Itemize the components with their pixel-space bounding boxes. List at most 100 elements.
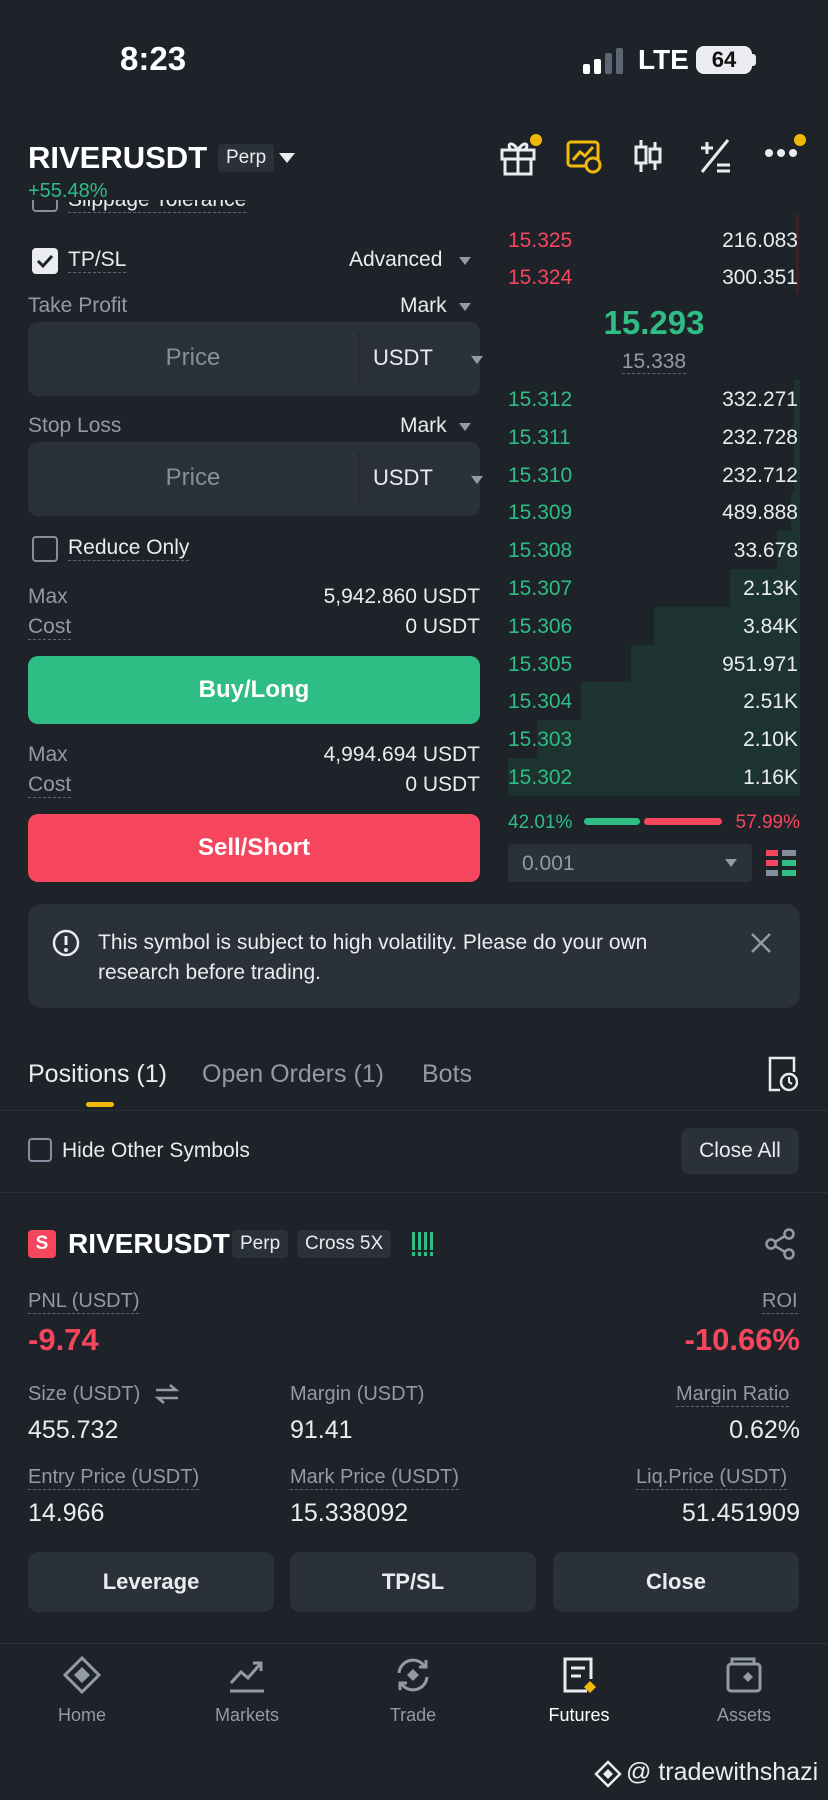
close-position-button[interactable]: Close xyxy=(553,1552,799,1612)
chevron-down-icon xyxy=(725,859,737,867)
bid-price[interactable]: 15.305 xyxy=(508,653,572,677)
nav-label: Assets xyxy=(716,1705,772,1725)
chevron-down-icon[interactable] xyxy=(458,422,472,432)
gift-notification-dot xyxy=(530,134,542,146)
bid-qty: 2.10K xyxy=(743,728,798,752)
chevron-down-icon[interactable] xyxy=(458,256,472,266)
nav-trade[interactable]: Trade xyxy=(348,1655,478,1726)
nav-markets[interactable]: Markets xyxy=(182,1655,312,1726)
reduce-only-checkbox[interactable] xyxy=(32,536,58,562)
bid-price[interactable]: 15.311 xyxy=(508,426,571,450)
mark-price-wrap: 15.338 xyxy=(508,350,800,374)
sell-short-button[interactable]: Sell/Short xyxy=(28,814,480,882)
mark-price: 15.338 xyxy=(621,350,687,374)
bid-price[interactable]: 15.304 xyxy=(508,690,572,714)
tpsl-label: TP/SL xyxy=(68,248,127,273)
contract-tag: Perp xyxy=(218,144,275,172)
tab-bots[interactable]: Bots xyxy=(422,1060,472,1089)
take-profit-placeholder: Price xyxy=(165,344,221,371)
position-symbol[interactable]: RIVERUSDT xyxy=(68,1228,230,1260)
bid-list: 15.312 332.271 15.311 232.728 15.310 232.712 1… xyxy=(508,380,800,796)
bid-price[interactable]: 15.312 xyxy=(508,388,572,412)
buy-long-button[interactable]: Buy/Long xyxy=(28,656,480,724)
nav-home[interactable]: Home xyxy=(17,1655,147,1726)
position-contract-tag: Perp xyxy=(232,1230,289,1258)
watermark-logo-icon xyxy=(594,1760,622,1788)
bid-price[interactable]: 15.309 xyxy=(508,501,572,525)
take-profit-label: Take Profit xyxy=(28,294,128,317)
bid-price[interactable]: 15.308 xyxy=(508,539,572,563)
slippage-label: Slippage Tolerance xyxy=(68,200,247,213)
margin-value: 91.41 xyxy=(290,1416,353,1444)
stop-loss-input[interactable]: Price USDT xyxy=(28,442,483,516)
ask-price[interactable]: 15.324 xyxy=(508,266,572,290)
tab-open-orders[interactable]: Open Orders (1) xyxy=(202,1060,384,1089)
futures-icon xyxy=(563,1657,596,1693)
roi-value: -10.66% xyxy=(684,1322,800,1357)
battery-nub xyxy=(752,54,756,66)
ask-qty: 300.351 xyxy=(722,266,798,289)
entry-price-value: 14.966 xyxy=(28,1499,105,1527)
bid-price[interactable]: 15.303 xyxy=(508,728,572,752)
more-icon[interactable] xyxy=(764,148,798,158)
close-all-button[interactable]: Close All xyxy=(681,1128,799,1174)
nav-assets[interactable]: Assets xyxy=(679,1655,809,1726)
history-icon[interactable] xyxy=(766,1056,798,1092)
battery-icon: 64 xyxy=(696,46,752,74)
nav-label: Trade xyxy=(389,1705,437,1725)
nav-label: Home xyxy=(57,1705,106,1725)
calculator-icon[interactable] xyxy=(698,138,732,174)
tab-indicator xyxy=(86,1102,114,1107)
candlestick-icon[interactable] xyxy=(632,138,664,174)
pnl-value: -9.74 xyxy=(28,1322,99,1357)
slippage-checkbox[interactable] xyxy=(32,200,58,212)
sell-ratio: 57.99% xyxy=(735,812,800,833)
stop-loss-unit[interactable]: USDT xyxy=(373,465,433,491)
precision-value: 0.001 xyxy=(522,852,575,875)
tpsl-checkbox[interactable] xyxy=(32,248,58,274)
bid-price[interactable]: 15.302 xyxy=(508,766,572,790)
chevron-down-icon[interactable] xyxy=(278,152,296,164)
bid-qty: 2.51K xyxy=(743,690,798,714)
buy-ratio: 42.01% xyxy=(508,812,573,833)
chart-alert-icon[interactable] xyxy=(566,138,602,174)
size-label: Size (USDT) xyxy=(28,1383,141,1405)
short-side-badge: S xyxy=(28,1230,56,1258)
sell-max-value: 4,994.694 USDT xyxy=(323,743,480,766)
ask-price[interactable]: 15.325 xyxy=(508,229,572,253)
bid-price[interactable]: 15.307 xyxy=(508,577,572,601)
nav-label: Futures xyxy=(548,1705,610,1725)
share-icon[interactable] xyxy=(764,1228,796,1260)
reduce-only-label: Reduce Only xyxy=(68,536,190,561)
slippage-row[interactable]: Slippage Tolerance xyxy=(28,200,508,228)
leverage-button[interactable]: Leverage xyxy=(28,1552,274,1612)
buy-max-value: 5,942.860 USDT xyxy=(323,585,480,608)
last-price: 15.293 xyxy=(603,304,705,341)
take-profit-unit[interactable]: USDT xyxy=(373,345,433,371)
roi-label: ROI xyxy=(762,1290,798,1314)
hide-other-symbols-checkbox[interactable] xyxy=(28,1138,52,1162)
ratio-bar xyxy=(584,818,722,825)
advanced-dropdown[interactable]: Advanced xyxy=(349,248,442,272)
bid-qty: 332.271 xyxy=(722,388,798,411)
take-profit-input[interactable]: Price USDT xyxy=(28,322,483,396)
take-profit-trigger[interactable]: Mark xyxy=(400,294,447,318)
chevron-down-icon[interactable] xyxy=(458,302,472,312)
bid-price[interactable]: 15.310 xyxy=(508,464,572,488)
tpsl-button[interactable]: TP/SL xyxy=(290,1552,536,1612)
assets-icon xyxy=(726,1657,762,1693)
symbol-title[interactable]: RIVERUSDT xyxy=(28,140,207,176)
info-icon xyxy=(52,929,80,957)
stop-loss-trigger[interactable]: Mark xyxy=(400,414,447,438)
entry-price-label: Entry Price (USDT) xyxy=(28,1466,200,1490)
chevron-down-icon[interactable] xyxy=(470,475,484,485)
close-icon[interactable] xyxy=(750,932,772,954)
chevron-down-icon[interactable] xyxy=(470,355,484,365)
tab-positions[interactable]: Positions (1) xyxy=(28,1060,167,1089)
bid-price[interactable]: 15.306 xyxy=(508,615,572,639)
stop-loss-placeholder: Price xyxy=(165,464,221,491)
book-layout-icon[interactable] xyxy=(766,850,796,878)
nav-futures[interactable]: Futures xyxy=(514,1655,644,1726)
swap-icon[interactable] xyxy=(154,1383,180,1405)
precision-select[interactable]: 0.001 xyxy=(508,844,752,882)
